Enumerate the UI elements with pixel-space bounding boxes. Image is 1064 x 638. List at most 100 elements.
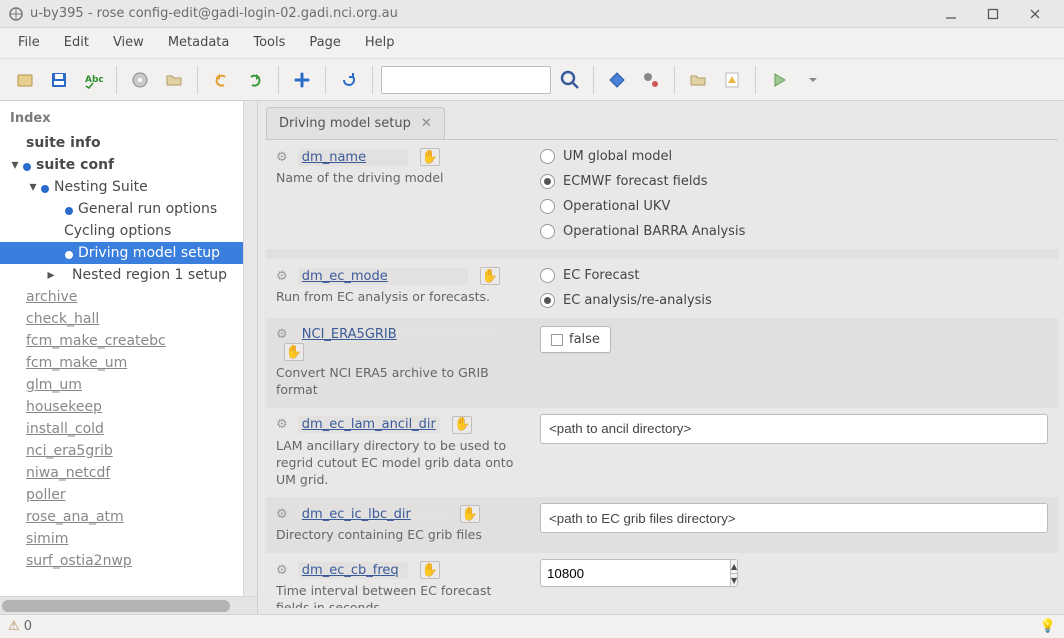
tree-nested-region-1[interactable]: ▸Nested region 1 setup (0, 264, 243, 286)
radio-ec-analysis[interactable]: EC analysis/re-analysis (540, 288, 1048, 313)
hint-bulb-icon[interactable]: 💡 (1040, 619, 1056, 634)
tree-housekeep[interactable]: housekeep (0, 396, 243, 418)
tree-niwa-netcdf[interactable]: niwa_netcdf (0, 462, 243, 484)
spellcheck-icon[interactable]: Abc (78, 65, 108, 95)
close-button[interactable] (1014, 0, 1056, 28)
menu-tools[interactable]: Tools (241, 28, 297, 58)
field-desc: Name of the driving model (276, 170, 524, 187)
cb-freq-spinner[interactable]: ▲▼ (540, 559, 652, 587)
tree-poller[interactable]: poller (0, 484, 243, 506)
ancil-dir-input[interactable] (540, 414, 1048, 444)
tree-driving-model[interactable]: Driving model setup (0, 242, 243, 264)
hand-icon[interactable]: ✋ (420, 561, 440, 579)
era5grib-toggle[interactable]: false (540, 326, 611, 353)
toolbar-divider (674, 66, 675, 94)
content-pane: Driving model setup ✕ ⚙ dm_name ✋ Name o… (258, 101, 1064, 614)
hand-icon[interactable]: ✋ (452, 416, 472, 434)
radio-barra[interactable]: Operational BARRA Analysis (540, 219, 1048, 244)
sidebar-scrollbar[interactable] (243, 101, 257, 596)
radio-ec-forecast[interactable]: EC Forecast (540, 263, 1048, 288)
tree-nesting-suite[interactable]: ▾Nesting Suite (0, 176, 243, 198)
tree-fcm-make-um[interactable]: fcm_make_um (0, 352, 243, 374)
dropdown-arrow-icon[interactable] (798, 65, 828, 95)
window-titlebar: u-by395 - rose config-edit@gadi-login-02… (0, 0, 1064, 28)
sidebar-hscroll[interactable] (0, 596, 257, 614)
warning-page-icon[interactable] (717, 65, 747, 95)
statusbar: ⚠ 0 💡 (0, 614, 1064, 638)
error-bulb-icon[interactable]: ⚠ (8, 619, 20, 634)
menu-help[interactable]: Help (353, 28, 407, 58)
tree-simim[interactable]: simim (0, 528, 243, 550)
spin-down-icon[interactable]: ▼ (731, 573, 738, 588)
field-key-lbc-dir[interactable]: dm_ec_ic_lbc_dir (298, 506, 448, 523)
field-desc: LAM ancillary directory to be used to re… (276, 438, 524, 489)
toolbar-divider (197, 66, 198, 94)
gear-icon: ⚙ (276, 507, 288, 522)
field-desc: Run from EC analysis or forecasts. (276, 289, 524, 306)
field-key-ancil-dir[interactable]: dm_ec_lam_ancil_dir (298, 416, 440, 433)
gear-icon: ⚙ (276, 563, 288, 578)
menu-file[interactable]: File (6, 28, 52, 58)
tree-glm-um[interactable]: glm_um (0, 374, 243, 396)
hand-icon[interactable]: ✋ (480, 267, 500, 285)
tree-cycling[interactable]: Cycling options (0, 220, 243, 242)
tree-archive[interactable]: archive (0, 286, 243, 308)
tree-surf-ostia2nwp[interactable]: surf_ostia2nwp (0, 550, 243, 572)
field-key-nci-era5grib[interactable]: NCI_ERA5GRIB (298, 326, 502, 343)
gear-icon: ⚙ (276, 417, 288, 432)
dm-ec-mode-radios: EC Forecast EC analysis/re-analysis (540, 263, 1048, 313)
tree-install-cold[interactable]: install_cold (0, 418, 243, 440)
radio-ukv[interactable]: Operational UKV (540, 194, 1048, 219)
tree-general-run[interactable]: General run options (0, 198, 243, 220)
field-key-dm-ec-mode[interactable]: dm_ec_mode (298, 268, 468, 285)
hand-icon[interactable]: ✋ (420, 148, 440, 166)
gears-icon[interactable] (636, 65, 666, 95)
menu-edit[interactable]: Edit (52, 28, 101, 58)
refresh-icon[interactable] (334, 65, 364, 95)
tree-check-hall[interactable]: check_hall (0, 308, 243, 330)
menu-page[interactable]: Page (297, 28, 352, 58)
toolbar-divider (755, 66, 756, 94)
tree-nci-era5grib[interactable]: nci_era5grib (0, 440, 243, 462)
save-icon[interactable] (44, 65, 74, 95)
folder2-icon[interactable] (683, 65, 713, 95)
tree-suite-info[interactable]: suite info (0, 132, 243, 154)
open-icon[interactable] (10, 65, 40, 95)
gear-icon: ⚙ (276, 269, 288, 284)
toolbar-divider (116, 66, 117, 94)
close-tab-icon[interactable]: ✕ (421, 116, 432, 131)
maximize-button[interactable] (972, 0, 1014, 28)
spin-up-icon[interactable]: ▲ (731, 559, 738, 573)
hand-icon[interactable]: ✋ (284, 343, 304, 361)
run-icon[interactable] (764, 65, 794, 95)
redo-icon[interactable] (240, 65, 270, 95)
menu-metadata[interactable]: Metadata (156, 28, 242, 58)
sidebar-header: Index (0, 101, 243, 132)
cb-freq-input[interactable] (540, 559, 731, 587)
error-count: 0 (24, 619, 32, 634)
checkbox-icon (551, 334, 563, 346)
tab-driving-model[interactable]: Driving model setup ✕ (266, 107, 445, 139)
lbc-dir-input[interactable] (540, 503, 1048, 533)
radio-um-global[interactable]: UM global model (540, 144, 1048, 169)
toolbar: Abc (0, 58, 1064, 100)
field-desc: Convert NCI ERA5 archive to GRIB format (276, 365, 524, 399)
undo-icon[interactable] (206, 65, 236, 95)
hand-icon[interactable]: ✋ (460, 505, 480, 523)
folder-icon[interactable] (159, 65, 189, 95)
tree-rose-ana-atm[interactable]: rose_ana_atm (0, 506, 243, 528)
dm-name-radios: UM global model ECMWF forecast fields Op… (540, 144, 1048, 244)
field-key-dm-name[interactable]: dm_name (298, 149, 408, 166)
add-icon[interactable] (287, 65, 317, 95)
sidebar: Index suite info ▾suite conf ▾Nesting Su… (0, 101, 258, 614)
search-icon[interactable] (555, 65, 585, 95)
radio-ecmwf[interactable]: ECMWF forecast fields (540, 169, 1048, 194)
menu-view[interactable]: View (101, 28, 156, 58)
field-key-cb-freq[interactable]: dm_ec_cb_freq (298, 562, 408, 579)
minimize-button[interactable] (930, 0, 972, 28)
diamond-icon[interactable] (602, 65, 632, 95)
tree-suite-conf[interactable]: ▾suite conf (0, 154, 243, 176)
search-input[interactable] (381, 66, 551, 94)
tree-fcm-make-createbc[interactable]: fcm_make_createbc (0, 330, 243, 352)
disc-icon[interactable] (125, 65, 155, 95)
